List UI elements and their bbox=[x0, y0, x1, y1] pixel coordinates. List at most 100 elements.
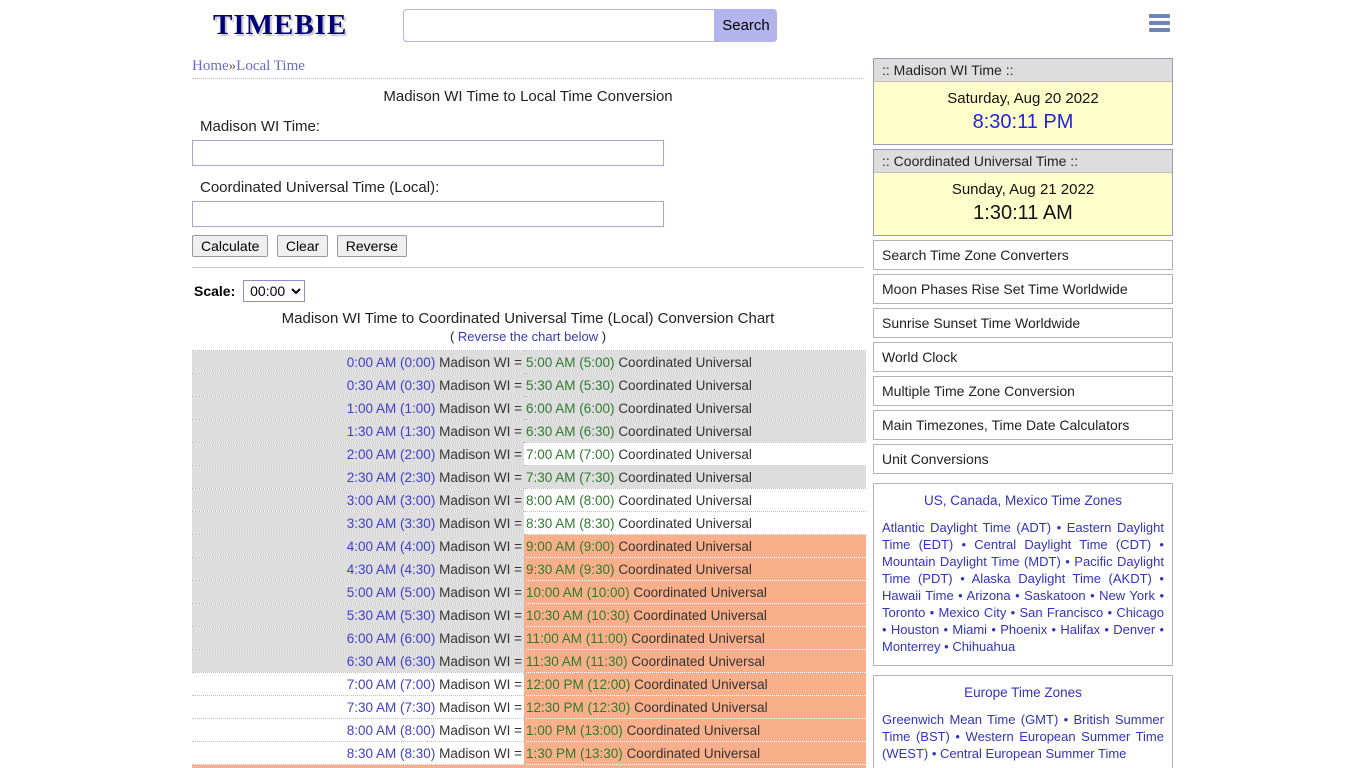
hamburger-bar bbox=[1149, 28, 1170, 32]
equals-sign: = bbox=[514, 400, 522, 416]
zone-link[interactable]: Alaska Daylight Time (AKDT) bbox=[972, 571, 1152, 586]
hamburger-icon[interactable] bbox=[1149, 14, 1170, 33]
clock-box: :: Madison WI Time :: Saturday, Aug 20 20… bbox=[873, 58, 1173, 145]
search-bar: Search bbox=[403, 9, 777, 42]
target-time: 1:00 PM (13:00) bbox=[526, 722, 627, 738]
zone-link-separator: • bbox=[1154, 588, 1165, 603]
form-button-row: Calculate Clear Reverse bbox=[192, 235, 864, 257]
conversion-row-target: 11:00 AM (11:00) Coordinated Universal bbox=[524, 626, 866, 650]
source-time: 2:00 AM (2:00) bbox=[346, 446, 440, 462]
breadcrumb-home[interactable]: Home bbox=[192, 58, 229, 74]
source-time-input[interactable] bbox=[192, 140, 664, 166]
target-time: 9:30 AM (9:30) bbox=[526, 561, 619, 577]
sidebar-menu-item-2[interactable]: Sunrise Sunset Time Worldwide bbox=[873, 308, 1173, 338]
conversion-row-source: 7:30 AM (7:30) Madison WI = bbox=[192, 695, 524, 719]
source-zone: Madison WI bbox=[439, 584, 515, 600]
zone-link-separator: • bbox=[953, 588, 967, 603]
source-zone: Madison WI bbox=[439, 699, 515, 715]
target-zone: Coordinated Universal bbox=[634, 676, 768, 692]
clock-date: Saturday, Aug 20 2022 bbox=[947, 90, 1099, 107]
target-zone: Coordinated Universal bbox=[618, 377, 752, 393]
zone-link[interactable]: Atlantic Daylight Time (ADT) bbox=[882, 520, 1051, 535]
zone-link[interactable]: Hawaii Time bbox=[882, 588, 954, 603]
conversion-row-source: 7:00 AM (7:00) Madison WI = bbox=[192, 672, 524, 696]
zone-link[interactable]: Greenwich Mean Time (GMT) bbox=[882, 712, 1058, 727]
calculate-button[interactable]: Calculate bbox=[192, 235, 269, 257]
site-header: TIMEBIE Search bbox=[0, 0, 1366, 50]
sidebar-menu-item-3[interactable]: World Clock bbox=[873, 342, 1173, 372]
zone-link[interactable]: Central Daylight Time (CDT) bbox=[974, 537, 1151, 552]
conversion-row: 5:30 AM (5:30) Madison WI = 10:30 AM (10… bbox=[192, 603, 866, 627]
equals-sign: = bbox=[514, 423, 522, 439]
sidebar-menu-item-5[interactable]: Main Timezones, Time Date Calculators bbox=[873, 410, 1173, 440]
zone-link[interactable]: Mountain Daylight Time (MDT) bbox=[882, 554, 1061, 569]
sidebar-menu-item-4[interactable]: Multiple Time Zone Conversion bbox=[873, 376, 1173, 406]
zone-link[interactable]: Central European Summer Time bbox=[940, 746, 1126, 761]
target-time: 5:30 AM (5:30) bbox=[526, 377, 619, 393]
zone-link[interactable]: Halifax bbox=[1060, 622, 1100, 637]
clock-time: 8:30:11 PM bbox=[972, 111, 1074, 133]
clock-list: :: Madison WI Time :: Saturday, Aug 20 20… bbox=[873, 58, 1173, 236]
clock-heading: :: Madison WI Time :: bbox=[874, 59, 1172, 82]
zone-link[interactable]: Saskatoon bbox=[1024, 588, 1085, 603]
source-zone: Madison WI bbox=[439, 423, 515, 439]
page-root: TIMEBIE Search Home»Local Time Madison W… bbox=[0, 0, 1366, 768]
conversion-row-target: 8:30 AM (8:30) Coordinated Universal bbox=[524, 511, 866, 535]
zone-link[interactable]: Chicago bbox=[1116, 605, 1164, 620]
conversion-row: 5:00 AM (5:00) Madison WI = 10:00 AM (10… bbox=[192, 580, 866, 604]
zone-link[interactable]: Phoenix bbox=[1000, 622, 1047, 637]
clock-date: Sunday, Aug 21 2022 bbox=[951, 181, 1095, 198]
equals-sign: = bbox=[514, 653, 522, 669]
conversion-row: 0:30 AM (0:30) Madison WI = 5:30 AM (5:3… bbox=[192, 373, 866, 397]
target-zone: Coordinated Universal bbox=[626, 745, 761, 761]
zone-link[interactable]: Denver bbox=[1113, 622, 1155, 637]
conversion-row: 8:30 AM (8:30) Madison WI = 1:30 PM (13:… bbox=[192, 741, 866, 765]
conversion-row-target: 5:30 AM (5:30) Coordinated Universal bbox=[524, 373, 866, 397]
target-zone: Coordinated Universal bbox=[633, 607, 767, 623]
conversion-row: 4:30 AM (4:30) Madison WI = 9:30 AM (9:3… bbox=[192, 557, 866, 581]
zone-block: Europe Time Zones Greenwich Mean Time (GM… bbox=[873, 675, 1173, 768]
zone-block-title[interactable]: Europe Time Zones bbox=[882, 685, 1164, 700]
equals-sign: = bbox=[514, 745, 522, 761]
target-time-input[interactable] bbox=[192, 201, 664, 227]
zone-link[interactable]: Arizona bbox=[967, 588, 1011, 603]
equals-sign: = bbox=[514, 515, 522, 531]
target-time: 5:00 AM (5:00) bbox=[526, 354, 619, 370]
search-button[interactable]: Search bbox=[715, 9, 777, 42]
conversion-row-target: 1:00 PM (13:00) Coordinated Universal bbox=[524, 718, 866, 742]
zone-link[interactable]: Toronto bbox=[882, 605, 925, 620]
reverse-chart-link[interactable]: Reverse the chart below bbox=[458, 329, 598, 344]
sidebar-menu-item-6[interactable]: Unit Conversions bbox=[873, 444, 1173, 474]
zone-link[interactable]: San Francisco bbox=[1019, 605, 1103, 620]
conversion-row-target: 12:00 PM (12:00) Coordinated Universal bbox=[524, 672, 866, 696]
sidebar-menu-item-0[interactable]: Search Time Zone Converters bbox=[873, 240, 1173, 270]
zone-link-separator: • bbox=[1047, 622, 1061, 637]
zone-link[interactable]: Monterrey bbox=[882, 639, 941, 654]
target-time-label: Coordinated Universal Time (Local): bbox=[200, 179, 440, 196]
zone-link[interactable]: Mexico City bbox=[938, 605, 1006, 620]
source-time: 5:00 AM (5:00) bbox=[346, 584, 440, 600]
target-zone: Coordinated Universal bbox=[618, 469, 752, 485]
site-logo[interactable]: TIMEBIE bbox=[213, 9, 347, 42]
breadcrumb-current[interactable]: Local Time bbox=[236, 58, 305, 74]
zone-link[interactable]: Houston bbox=[891, 622, 939, 637]
scale-select[interactable]: 00:0000:3001:0001:3002:00 bbox=[243, 280, 306, 302]
target-time: 1:30 PM (13:30) bbox=[526, 745, 627, 761]
conversion-row: 6:00 AM (6:00) Madison WI = 11:00 AM (11… bbox=[192, 626, 866, 650]
source-zone: Madison WI bbox=[439, 446, 515, 462]
search-input[interactable] bbox=[403, 9, 715, 42]
zone-link[interactable]: Miami bbox=[952, 622, 987, 637]
zone-link-separator: • bbox=[1051, 520, 1067, 535]
clear-button[interactable]: Clear bbox=[276, 235, 329, 257]
reverse-button[interactable]: Reverse bbox=[336, 235, 407, 257]
zone-block-title[interactable]: US, Canada, Mexico Time Zones bbox=[882, 493, 1164, 508]
conversion-row: 1:00 AM (1:00) Madison WI = 6:00 AM (6:0… bbox=[192, 396, 866, 420]
zone-link[interactable]: Chihuahua bbox=[952, 639, 1015, 654]
zone-link-separator: • bbox=[1006, 605, 1020, 620]
zone-link-list: Greenwich Mean Time (GMT) • British Summ… bbox=[882, 711, 1164, 762]
sidebar-menu-item-1[interactable]: Moon Phases Rise Set Time Worldwide bbox=[873, 274, 1173, 304]
zone-link[interactable]: New York bbox=[1099, 588, 1155, 603]
source-zone: Madison WI bbox=[439, 538, 515, 554]
zone-link-separator: • bbox=[1085, 588, 1100, 603]
source-zone: Madison WI bbox=[439, 377, 515, 393]
